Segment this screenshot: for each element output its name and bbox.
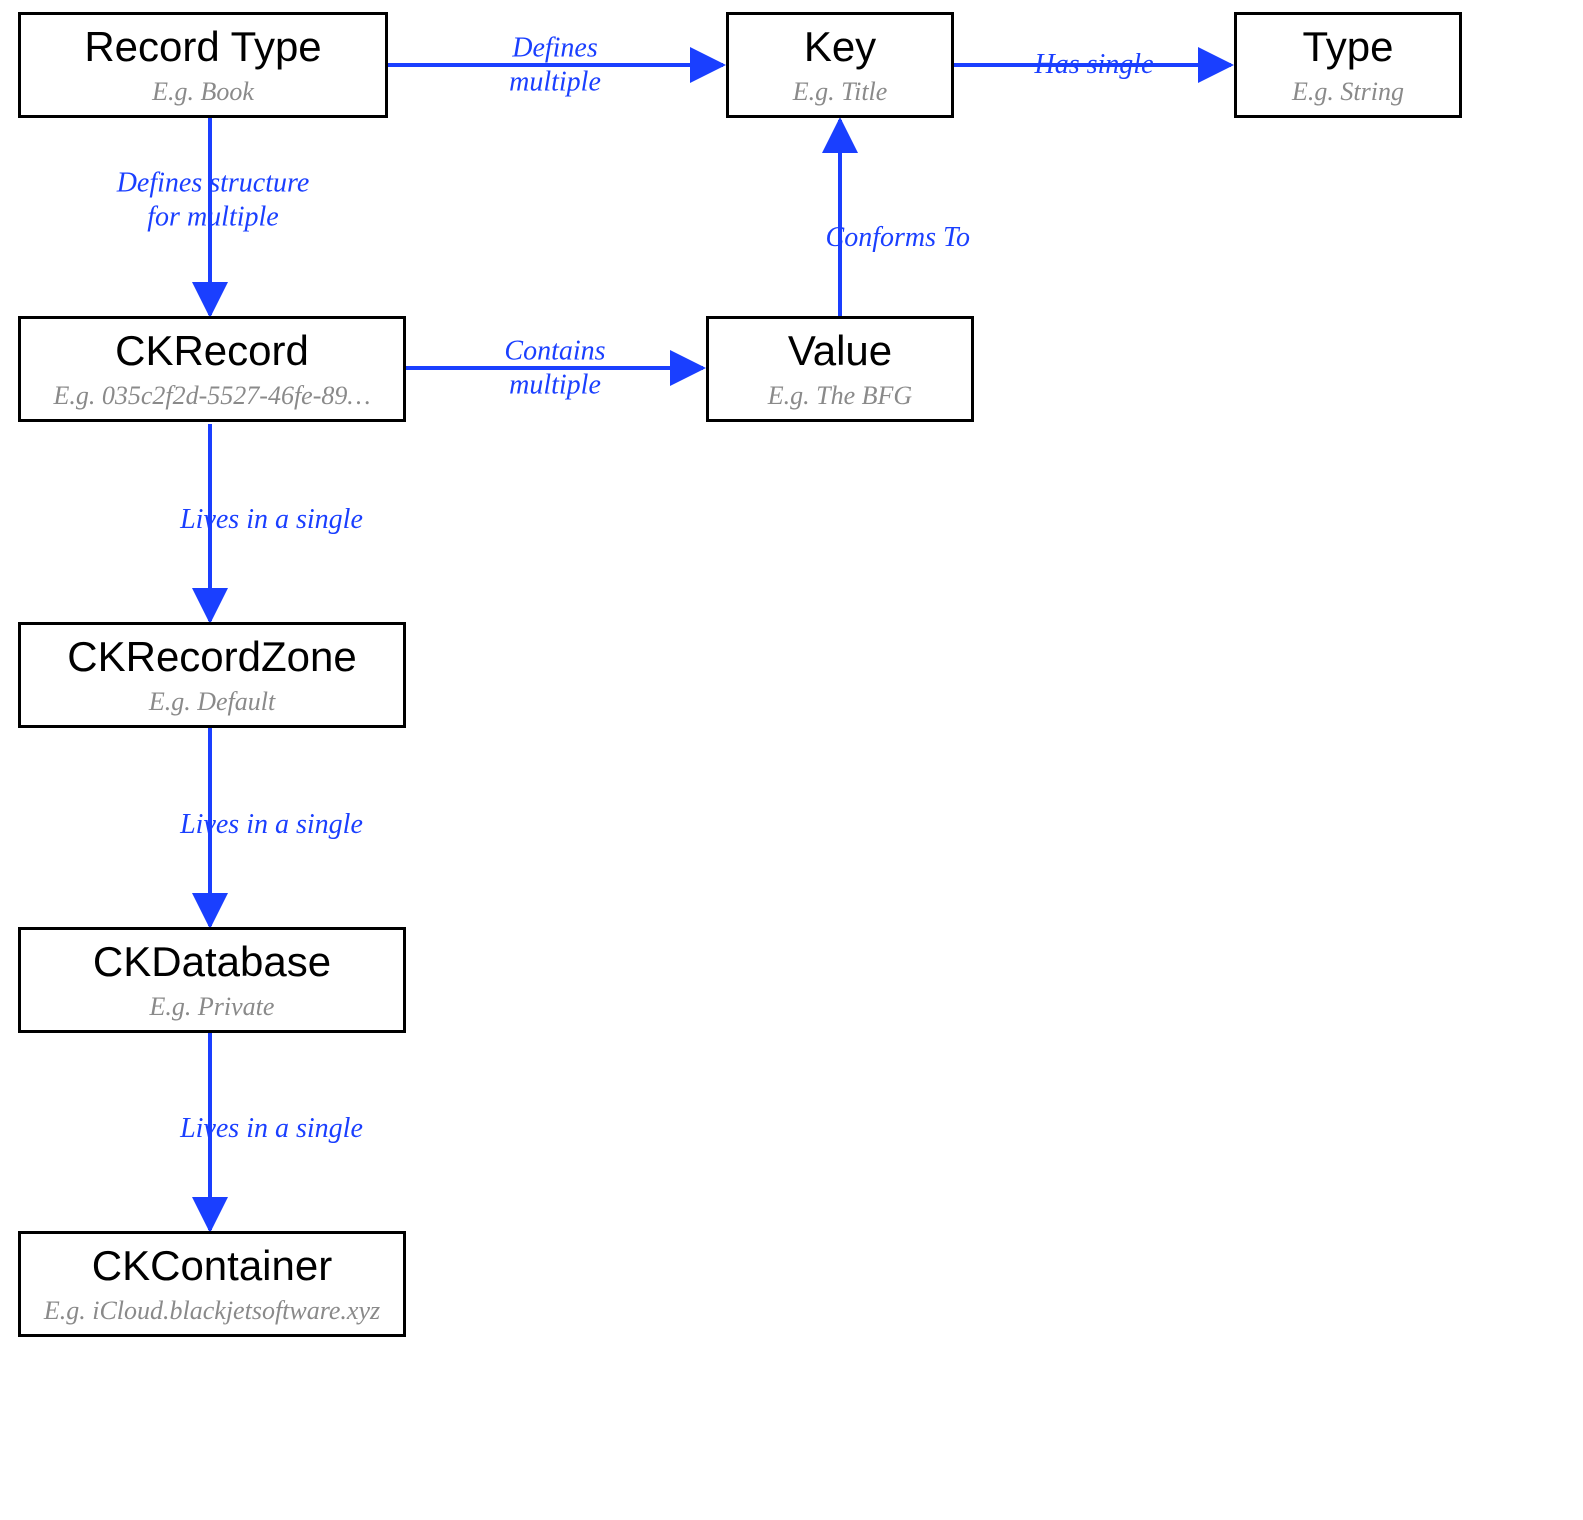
edge-label-db-container: Lives in a single: [180, 1112, 363, 1146]
node-subtitle: E.g. iCloud.blackjetsoftware.xyz: [44, 1295, 380, 1326]
node-title: Record Type: [84, 23, 321, 71]
node-type: Type E.g. String: [1234, 12, 1462, 118]
edge-label-zone-db: Lives in a single: [180, 808, 363, 842]
node-subtitle: E.g. Default: [149, 686, 275, 717]
node-subtitle: E.g. String: [1292, 76, 1404, 107]
node-title: CKDatabase: [93, 938, 331, 986]
node-title: Type: [1302, 23, 1393, 71]
diagram-canvas: Record Type E.g. Book Key E.g. Title Typ…: [0, 0, 1583, 1520]
edge-label-record-value: Contains multiple: [504, 334, 605, 401]
node-title: CKRecordZone: [67, 633, 356, 681]
node-subtitle: E.g. The BFG: [768, 380, 912, 411]
node-title: Key: [804, 23, 876, 71]
node-ckcontainer: CKContainer E.g. iCloud.blackjetsoftware…: [18, 1231, 406, 1337]
node-title: CKRecord: [115, 327, 309, 375]
node-title: Value: [788, 327, 892, 375]
edge-label-record-zone: Lives in a single: [180, 503, 363, 537]
edge-label-key-type: Has single: [1035, 48, 1154, 82]
edge-label-value-key: Conforms To: [826, 221, 970, 255]
node-record-type: Record Type E.g. Book: [18, 12, 388, 118]
node-key: Key E.g. Title: [726, 12, 954, 118]
node-subtitle: E.g. Private: [150, 991, 275, 1022]
node-title: CKContainer: [92, 1242, 332, 1290]
node-ckdatabase: CKDatabase E.g. Private: [18, 927, 406, 1033]
node-subtitle: E.g. Book: [152, 76, 254, 107]
node-subtitle: E.g. 035c2f2d-5527-46fe-89…: [53, 380, 370, 411]
node-value: Value E.g. The BFG: [706, 316, 974, 422]
node-subtitle: E.g. Title: [793, 76, 888, 107]
node-ckrecord: CKRecord E.g. 035c2f2d-5527-46fe-89…: [18, 316, 406, 422]
edge-label-rt-key: Defines multiple: [509, 31, 601, 98]
edge-label-rt-record: Defines structure for multiple: [117, 166, 310, 233]
node-ckrecordzone: CKRecordZone E.g. Default: [18, 622, 406, 728]
